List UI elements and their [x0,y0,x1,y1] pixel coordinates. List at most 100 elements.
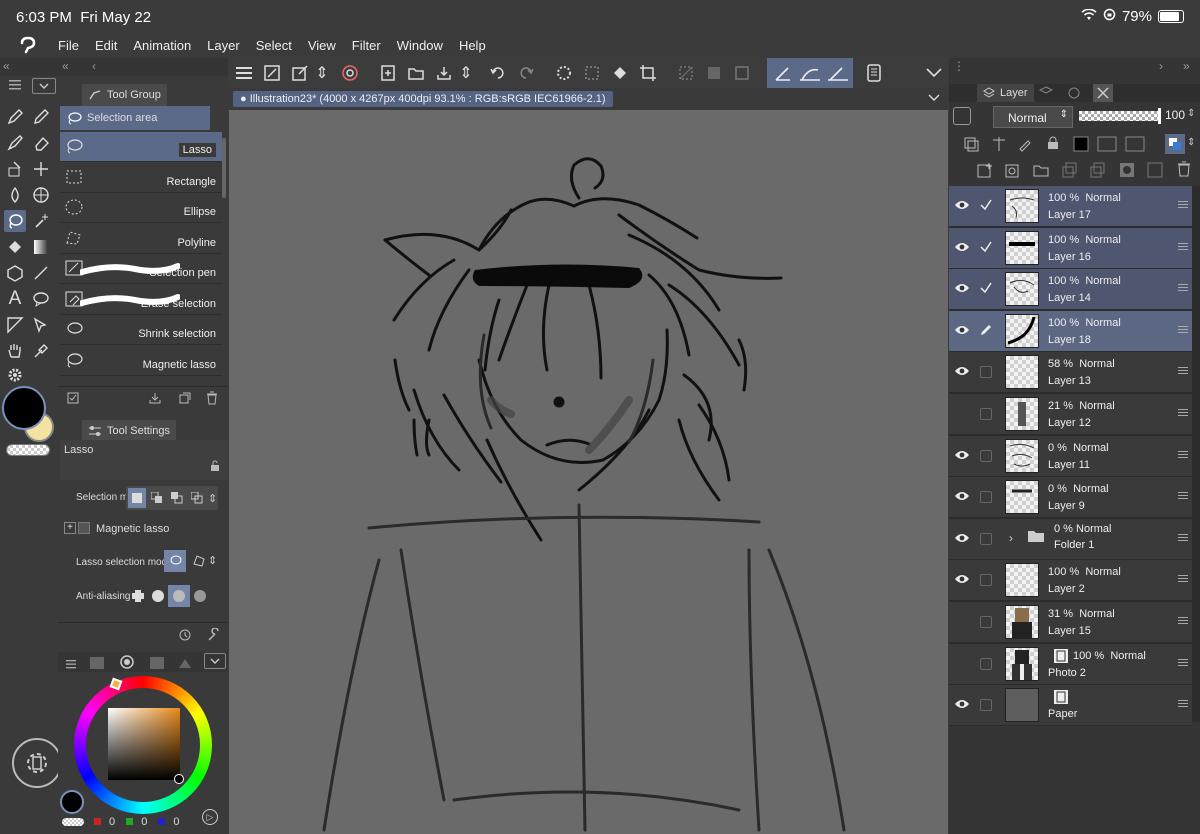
menu-filter[interactable]: Filter [352,38,381,53]
clip-lower-layer-icon[interactable] [963,136,979,157]
layer-property-tab-icon[interactable] [1038,86,1054,105]
pen-tool-icon[interactable] [4,106,26,128]
layer-drag-handle-icon[interactable] [1178,449,1188,460]
new-folder-icon[interactable] [1033,162,1049,183]
layer-row[interactable]: 21 % Normal Layer 12 [949,394,1192,435]
eye-hidden-icon[interactable] [954,406,970,424]
subtool-item[interactable]: Erase selection [60,285,222,315]
drawing-canvas[interactable] [229,110,948,834]
redo-icon[interactable] [515,62,537,84]
layer-drag-handle-icon[interactable] [1178,698,1188,709]
eye-visible-icon[interactable] [954,572,970,590]
modifier-key-button[interactable] [12,738,62,788]
eye-visible-icon[interactable] [954,364,970,382]
3d-figure-tool-icon[interactable] [4,262,26,284]
lock-transparent-icon[interactable] [1073,136,1089,157]
menu-animation[interactable]: Animation [133,38,191,53]
mask-enable-icon[interactable] [1097,136,1117,157]
tab-tool-group[interactable]: Tool Group [82,84,167,106]
menu-window[interactable]: Window [397,38,443,53]
eye-visible-icon[interactable] [954,281,970,299]
tool-group-header[interactable]: Selection area [60,106,210,130]
draft-layer-icon[interactable] [1017,136,1033,157]
decoration-tool-icon[interactable] [4,158,26,180]
opacity-stepper-icon[interactable]: ⇕ [1187,108,1195,119]
mini-main-swatch[interactable] [60,790,84,814]
subtool-settings-icon[interactable] [66,391,80,410]
layer-row[interactable]: 0 % Normal Layer 11 [949,435,1192,477]
mode-updown-icon[interactable]: ⇕ [208,492,217,505]
canvas-size-icon[interactable] [261,62,283,84]
eye-visible-icon[interactable] [954,323,970,341]
layer-row[interactable]: 100 % Normal Layer 17 [949,186,1192,227]
menu-layer[interactable]: Layer [207,38,240,53]
palette-dropdown-icon[interactable] [32,78,56,94]
blend-mode-select[interactable]: Normal ⇕ [993,106,1073,128]
mode-subtract-selection[interactable] [168,488,186,508]
color-history-tab-icon[interactable] [178,656,192,674]
pencil-tool-icon[interactable] [30,106,52,128]
layer-row[interactable]: 31 % Normal Layer 15 [949,602,1192,643]
eye-visible-icon[interactable] [954,531,970,549]
magic-wand-icon[interactable] [30,210,52,232]
layer-select-checkbox[interactable] [980,449,992,462]
layer-select-checkbox[interactable] [980,366,992,379]
reset-icon[interactable] [178,628,192,647]
eye-visible-icon[interactable] [954,198,970,216]
opacity-slider[interactable] [1079,108,1161,124]
text-tool-icon[interactable]: A [4,288,26,310]
subtool-item[interactable]: Shrink selection [60,315,222,345]
layer-select-checkbox[interactable] [980,491,992,504]
deselect-icon[interactable] [581,62,603,84]
lasso-mode-updown-icon[interactable]: ⇕ [208,554,217,567]
layer-select-checkbox[interactable] [980,699,992,712]
new-vector-layer-icon[interactable] [1005,162,1021,183]
menu-edit[interactable]: Edit [95,38,117,53]
copy-subtool-icon[interactable] [178,391,192,410]
transfer-to-lower-icon[interactable] [1061,162,1077,183]
collapse-right-icon[interactable]: » [1183,59,1190,73]
editing-pen-icon[interactable] [979,323,993,342]
layer-select-checkbox[interactable] [980,574,992,587]
mini-transparent-swatch[interactable] [62,818,84,826]
reference-icon[interactable] [339,62,361,84]
layer-drag-handle-icon[interactable] [1178,365,1188,376]
save-icon[interactable] [433,62,455,84]
lock-layer-icon[interactable] [1047,136,1059,155]
open-folder-icon[interactable] [405,62,427,84]
transparent-swatch[interactable] [6,444,50,456]
subtool-item[interactable]: Selection pen [60,254,222,284]
create-mask-icon[interactable] [1119,162,1135,183]
color-panel-dropdown-icon[interactable] [204,653,226,669]
undo-icon[interactable] [487,62,509,84]
delete-subtool-icon[interactable] [206,391,218,410]
checkmark-icon[interactable] [979,198,993,217]
magnetic-lasso-checkbox[interactable] [78,522,90,534]
grid-tool-icon[interactable] [30,184,52,206]
menu-select[interactable]: Select [256,38,292,53]
eye-visible-icon[interactable] [954,489,970,507]
operation-tool-icon[interactable] [30,314,52,336]
expand-right-icon[interactable]: › [1159,59,1163,73]
color-sv-square[interactable] [108,708,180,780]
layer-row[interactable]: 58 % Normal Layer 13 [949,352,1192,394]
layer-drag-handle-icon[interactable] [1178,199,1188,210]
eye-visible-icon[interactable] [954,697,970,715]
apply-mask-icon[interactable] [1147,162,1163,183]
checkmark-icon[interactable] [979,240,993,259]
color-mode-icon[interactable]: ▷ [202,809,218,825]
layer-panel-menu-icon[interactable]: ⋮ [953,59,965,73]
lock-icon[interactable] [210,460,220,475]
frame-tool-icon[interactable] [4,314,26,336]
lasso-tool-icon[interactable] [4,210,26,232]
wrench-icon[interactable] [206,627,220,647]
main-color-swatch[interactable] [2,386,46,430]
collapse-left-icon-2[interactable]: « [62,59,69,73]
eye-visible-icon[interactable] [954,448,970,466]
menu-help[interactable]: Help [459,38,486,53]
merge-lower-icon[interactable] [1089,162,1105,183]
lasso-mode-polyline[interactable] [188,550,210,572]
layer-drag-handle-icon[interactable] [1178,490,1188,501]
layer-select-checkbox[interactable] [980,616,992,628]
layer-color-icon[interactable] [1165,134,1185,154]
